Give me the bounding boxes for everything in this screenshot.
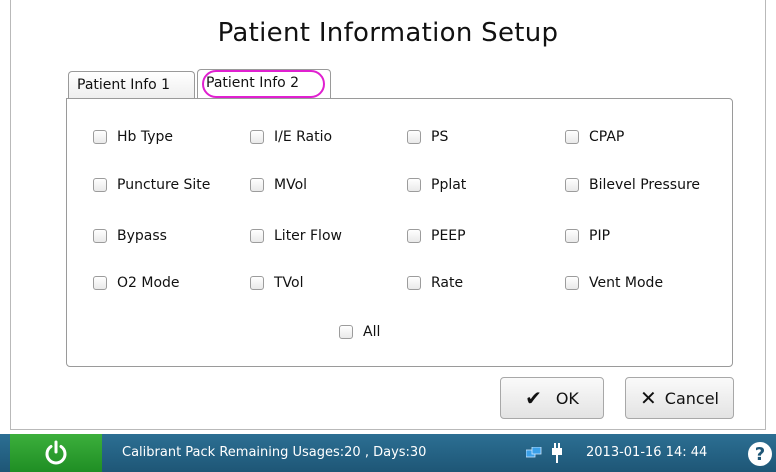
network-icon: [526, 447, 542, 458]
tab-patient-info-2[interactable]: Patient Info 2: [197, 69, 331, 99]
checkbox-bypass[interactable]: Bypass: [93, 227, 167, 245]
checkbox-box[interactable]: [407, 229, 421, 243]
checkbox-box[interactable]: [407, 276, 421, 290]
checkbox-box[interactable]: [250, 178, 264, 192]
checkbox-label: Bilevel Pressure: [589, 177, 701, 193]
checkbox-ps[interactable]: PS: [407, 128, 448, 146]
checkbox-label: PS: [431, 129, 449, 145]
checkbox-vent-mode[interactable]: Vent Mode: [565, 274, 663, 292]
checkbox-box[interactable]: [93, 178, 107, 192]
checkbox-bilevel-pressure[interactable]: Bilevel Pressure: [565, 176, 700, 194]
checkbox-peep[interactable]: PEEP: [407, 227, 466, 245]
checkbox-label: Vent Mode: [589, 275, 664, 291]
checkbox-all[interactable]: All: [339, 323, 380, 341]
checkbox-box[interactable]: [93, 130, 107, 144]
checkbox-pplat[interactable]: Pplat: [407, 176, 466, 194]
checkbox-hb-type[interactable]: Hb Type: [93, 128, 173, 146]
tab-patient-info-1[interactable]: Patient Info 1: [68, 71, 195, 99]
checkbox-label: PEEP: [431, 228, 466, 244]
checkbox-box[interactable]: [250, 130, 264, 144]
power-button[interactable]: [10, 434, 102, 472]
checkbox-mvol[interactable]: MVol: [250, 176, 307, 194]
checkbox-liter-flow[interactable]: Liter Flow: [250, 227, 342, 245]
checkmark-icon: ✔: [525, 386, 542, 410]
ok-button-label: OK: [555, 388, 579, 408]
checkbox-box[interactable]: [250, 276, 264, 290]
checkbox-box[interactable]: [407, 178, 421, 192]
checkbox-o2-mode[interactable]: O2 Mode: [93, 274, 180, 292]
checkbox-box[interactable]: [250, 229, 264, 243]
checkbox-label: Pplat: [431, 177, 467, 193]
checkbox-cpap[interactable]: CPAP: [565, 128, 624, 146]
checkbox-box[interactable]: [93, 276, 107, 290]
checkbox-label: Puncture Site: [117, 177, 211, 193]
checkbox-label: O2 Mode: [117, 275, 180, 291]
checkbox-box[interactable]: [565, 276, 579, 290]
checkbox-box[interactable]: [565, 130, 579, 144]
checkbox-box[interactable]: [565, 178, 579, 192]
checkbox-box[interactable]: [407, 130, 421, 144]
ok-button[interactable]: ✔ OK: [500, 377, 604, 419]
checkbox-box[interactable]: [565, 229, 579, 243]
checkbox-label: Hb Type: [117, 129, 174, 145]
checkbox-box[interactable]: [93, 229, 107, 243]
checkbox-tvol[interactable]: TVol: [250, 274, 304, 292]
checkbox-label: TVol: [274, 275, 304, 291]
power-icon: [45, 440, 67, 465]
checkbox-label: CPAP: [589, 129, 625, 145]
checkbox-box[interactable]: [339, 325, 353, 339]
cancel-button[interactable]: ✕ Cancel: [625, 377, 734, 419]
checkbox-puncture-site[interactable]: Puncture Site: [93, 176, 210, 194]
cancel-button-label: Cancel: [664, 388, 719, 408]
checkbox-ie-ratio[interactable]: I/E Ratio: [250, 128, 332, 146]
checkbox-pip[interactable]: PIP: [565, 227, 610, 245]
status-message: Calibrant Pack Remaining Usages:20 , Day…: [122, 445, 427, 460]
status-bar: Calibrant Pack Remaining Usages:20 , Day…: [0, 434, 776, 472]
date-time: 2013-01-16 14: 44: [586, 445, 708, 460]
close-icon: ✕: [640, 386, 657, 410]
checkbox-label: PIP: [589, 228, 611, 244]
checkbox-label: MVol: [274, 177, 308, 193]
checkbox-rate[interactable]: Rate: [407, 274, 463, 292]
checkbox-label: All: [363, 324, 381, 340]
page-title: Patient Information Setup: [217, 18, 559, 48]
checkbox-label: I/E Ratio: [274, 129, 333, 145]
checkbox-label: Rate: [431, 275, 464, 291]
checkbox-label: Liter Flow: [274, 228, 342, 244]
checkbox-label: Bypass: [117, 228, 167, 244]
power-plug-icon: [552, 443, 562, 463]
help-icon[interactable]: ?: [748, 442, 772, 466]
